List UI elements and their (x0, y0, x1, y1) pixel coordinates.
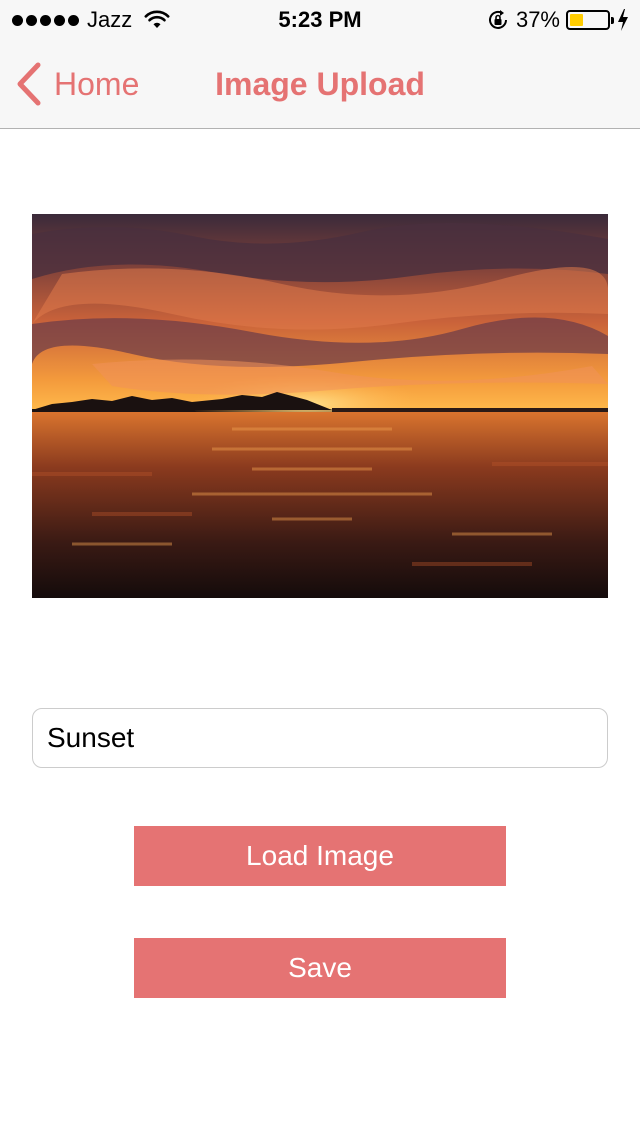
status-right: 37% (486, 6, 630, 34)
rotation-lock-icon (488, 10, 507, 29)
charging-bolt-icon (618, 9, 628, 31)
battery-percent: 37% (515, 7, 560, 32)
battery-fill (570, 14, 583, 26)
status-bar: Jazz 5:23 PM 37% (0, 0, 640, 40)
save-button[interactable]: Save (134, 938, 506, 998)
load-image-button[interactable]: Load Image (134, 826, 506, 886)
navigation-bar: Home Image Upload (0, 40, 640, 129)
battery-icon (566, 10, 614, 30)
page-title: Image Upload (215, 66, 425, 102)
uploaded-image (32, 214, 608, 598)
image-name-input[interactable] (32, 708, 608, 768)
